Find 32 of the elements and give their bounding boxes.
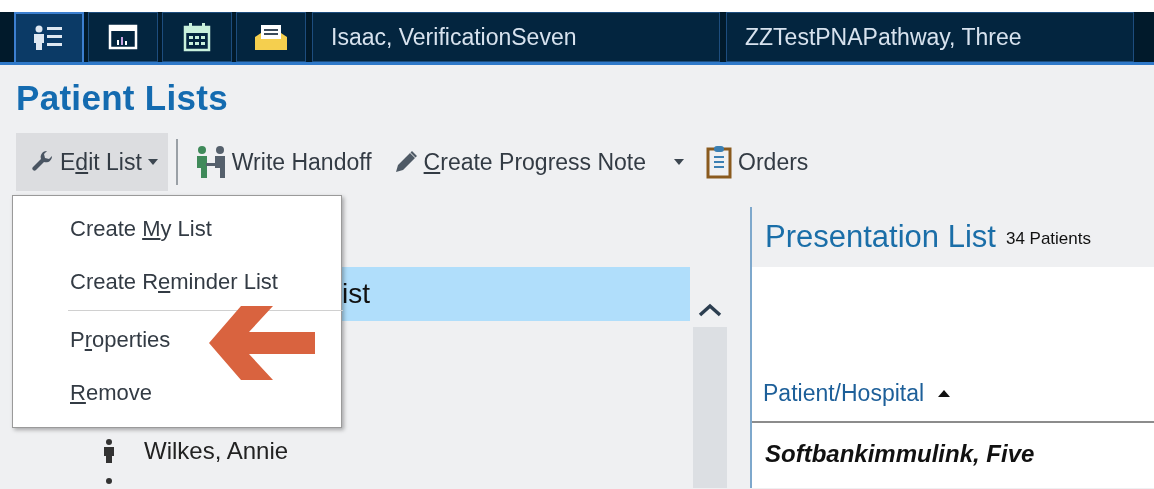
caret-icon [147,159,158,165]
caret-icon [674,159,685,165]
patient-name[interactable]: Wilkes, Annie [144,437,289,465]
patient-list-icon [33,25,65,51]
page-title: Patient Lists [15,77,229,119]
patient-count: 34 Patients [1005,229,1091,249]
edit-list-button[interactable]: Edit List [16,133,168,191]
pencil-icon [393,150,418,174]
menu-item[interactable]: Create My List [13,202,341,255]
patient-name[interactable]: Softbankimmulink, Five [765,440,1035,468]
clipboard-icon [706,145,733,179]
inbox-message-icon [254,23,288,51]
write-handoff-button[interactable]: Write Handoff [185,133,384,191]
scroll-up-icon[interactable] [698,303,722,317]
patient-tab[interactable]: Isaac, VerificationSeven [312,12,720,62]
icon-tab[interactable] [162,12,232,62]
wrench-icon [32,151,54,173]
create-progress-note-button[interactable]: Create Progress Note [383,133,697,191]
icon-tab[interactable] [88,12,158,62]
menu-item[interactable]: Remove [13,366,341,419]
icon-tab[interactable] [14,12,84,62]
icon-tab[interactable] [236,12,306,62]
calendar-icon [183,22,211,52]
orders-button[interactable]: Orders [696,133,821,191]
menu-item[interactable]: Properties [13,313,341,366]
two-people-icon [195,146,226,178]
chart-window-icon [108,24,138,50]
list-title: Presentation List [765,219,996,255]
patient-tab[interactable]: ZZTestPNAPathway, Three [726,12,1134,62]
column-header[interactable]: Patient/Hospital [752,380,951,421]
patient-list-item[interactable]: ist [342,267,690,321]
menu-item[interactable]: Create Reminder List [13,255,341,308]
